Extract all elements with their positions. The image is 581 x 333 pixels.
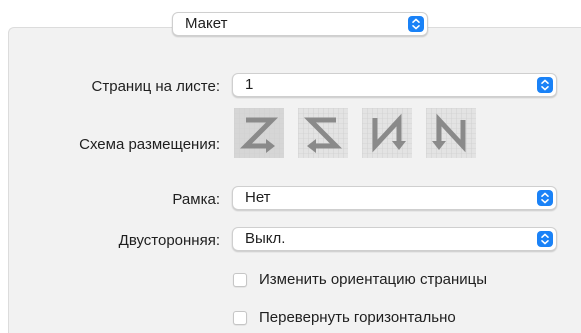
border-value: Нет bbox=[245, 189, 271, 206]
reverse-n-layout-icon bbox=[362, 108, 412, 158]
reverse-z-layout-icon bbox=[298, 108, 348, 158]
chevron-updown-icon bbox=[537, 231, 553, 247]
chevron-updown-icon bbox=[537, 190, 553, 206]
two-sided-popup[interactable]: Выкл. bbox=[232, 227, 557, 251]
two-sided-label: Двусторонняя: bbox=[118, 232, 220, 249]
flip-horizontal-checkbox[interactable] bbox=[233, 311, 247, 325]
border-popup[interactable]: Нет bbox=[232, 186, 557, 210]
section-popup[interactable]: Макет bbox=[172, 12, 428, 36]
layout-option-reverse-n[interactable] bbox=[362, 108, 412, 158]
pages-per-sheet-popup[interactable]: 1 bbox=[232, 73, 557, 97]
chevron-updown-icon bbox=[537, 77, 553, 93]
pages-per-sheet-label: Страниц на листе: bbox=[91, 78, 220, 95]
pages-per-sheet-value: 1 bbox=[245, 76, 254, 93]
section-popup-value: Макет bbox=[185, 15, 228, 32]
n-layout-icon bbox=[426, 108, 476, 158]
two-sided-value: Выкл. bbox=[245, 230, 286, 247]
flip-horizontal-label[interactable]: Перевернуть горизонтально bbox=[259, 309, 456, 327]
reverse-orientation-checkbox[interactable] bbox=[233, 273, 247, 287]
layout-option-n[interactable] bbox=[426, 108, 476, 158]
layout-option-z[interactable] bbox=[234, 108, 284, 158]
z-layout-icon bbox=[234, 108, 284, 158]
chevron-updown-icon bbox=[408, 16, 424, 32]
border-label: Рамка: bbox=[172, 191, 220, 208]
layout-direction-label: Схема размещения: bbox=[79, 136, 220, 153]
layout-option-reverse-z[interactable] bbox=[298, 108, 348, 158]
reverse-orientation-label[interactable]: Изменить ориентацию страницы bbox=[259, 271, 487, 289]
